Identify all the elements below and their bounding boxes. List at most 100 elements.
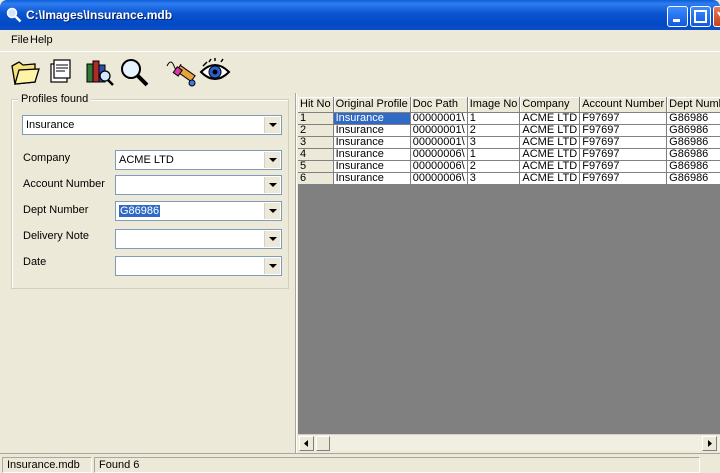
table-cell[interactable]: Insurance [333, 112, 411, 125]
table-cell[interactable]: 2 [298, 124, 334, 137]
table-cell[interactable]: F97697 [579, 160, 668, 173]
date-dropdown-button[interactable] [264, 258, 280, 274]
table-cell[interactable]: ACME LTD [519, 112, 581, 125]
view-button[interactable] [199, 56, 231, 88]
table-row[interactable]: 4 Insurance 00000006\ 1 ACME LTD F97697 G86986 [298, 148, 720, 161]
table-cell[interactable]: 00000001\ [410, 112, 468, 125]
profile-dropdown-button[interactable] [264, 117, 280, 133]
table-cell[interactable]: 3 [298, 136, 334, 149]
table-cell[interactable]: 00000001\ [410, 124, 468, 137]
table-cell[interactable]: 2 [467, 160, 521, 173]
table-row[interactable]: 3 Insurance 00000001\ 3 ACME LTD F97697 G86986 [298, 136, 720, 149]
table-cell[interactable]: G86986 [666, 148, 720, 161]
properties-button[interactable] [43, 56, 75, 88]
table-cell[interactable]: 00000006\ [410, 160, 468, 173]
table-cell[interactable]: 00000006\ [410, 148, 468, 161]
delivery-note-select[interactable] [115, 229, 282, 249]
status-file: Insurance.mdb [2, 457, 92, 473]
minimize-button[interactable] [667, 6, 688, 27]
menu-help-label: Help [30, 34, 53, 46]
table-cell[interactable]: Insurance [333, 160, 411, 173]
table-cell[interactable]: 00000006\ [410, 172, 468, 185]
menu-file-label: File [11, 34, 29, 46]
table-cell[interactable]: F97697 [579, 124, 668, 137]
company-select[interactable]: ACME LTD [115, 150, 282, 170]
table-cell[interactable]: ACME LTD [519, 124, 581, 137]
search-button[interactable] [118, 56, 150, 88]
column-header-hit-no[interactable]: Hit No [298, 97, 334, 113]
table-cell[interactable]: Insurance [333, 172, 411, 185]
table-cell[interactable]: G86986 [666, 160, 720, 173]
dept-number-label: Dept Number [23, 204, 89, 216]
table-cell[interactable]: 4 [298, 148, 334, 161]
dept-number-select[interactable]: G86986 [115, 201, 282, 221]
table-cell[interactable]: Insurance [333, 124, 411, 137]
horizontal-scrollbar[interactable] [298, 434, 720, 451]
chevron-down-icon [269, 123, 277, 127]
column-header-account-number[interactable]: Account Number [579, 97, 668, 113]
table-cell[interactable]: F97697 [579, 112, 668, 125]
signature-button[interactable] [165, 56, 197, 88]
table-cell[interactable]: F97697 [579, 172, 668, 185]
table-cell[interactable]: 3 [467, 136, 521, 149]
scroll-right-button[interactable] [702, 436, 717, 451]
column-header-image-no[interactable]: Image No [467, 97, 521, 113]
table-cell[interactable]: 6 [298, 172, 334, 185]
open-folder-icon [11, 61, 40, 85]
table-row[interactable]: 2 Insurance 00000001\ 2 ACME LTD F97697 G86986 [298, 124, 720, 137]
table-cell[interactable]: Insurance [333, 148, 411, 161]
open-folder-button[interactable] [9, 56, 41, 88]
table-cell[interactable]: 1 [298, 112, 334, 125]
account-number-select[interactable] [115, 175, 282, 195]
table-cell[interactable]: F97697 [579, 148, 668, 161]
close-button[interactable] [713, 6, 720, 27]
table-row[interactable]: 5 Insurance 00000006\ 2 ACME LTD F97697 G86986 [298, 160, 720, 173]
table-cell[interactable]: Insurance [333, 136, 411, 149]
date-label: Date [23, 256, 47, 268]
table-cell[interactable]: 00000001\ [410, 136, 468, 149]
table-cell[interactable]: ACME LTD [519, 160, 581, 173]
library-search-button[interactable] [84, 56, 116, 88]
table-cell[interactable]: G86986 [666, 172, 720, 185]
account-number-dropdown-button[interactable] [264, 177, 280, 193]
delivery-note-dropdown-button[interactable] [264, 231, 280, 247]
table-cell[interactable]: G86986 [666, 136, 720, 149]
table-cell[interactable]: G86986 [666, 112, 720, 125]
company-select-value: ACME LTD [119, 154, 174, 166]
table-cell[interactable]: G86986 [666, 124, 720, 137]
dept-number-dropdown-button[interactable] [264, 203, 280, 219]
column-header-company[interactable]: Company [519, 97, 581, 113]
column-header-doc-path[interactable]: Doc Path [410, 97, 468, 113]
table-row[interactable]: 6 Insurance 00000006\ 3 ACME LTD F97697 G86986 [298, 172, 720, 185]
company-dropdown-button[interactable] [264, 152, 280, 168]
company-label: Company [23, 152, 71, 164]
menu-file[interactable]: File [11, 34, 29, 46]
library-search-icon [86, 60, 114, 86]
table-cell[interactable]: ACME LTD [519, 148, 581, 161]
scroll-left-icon [304, 440, 308, 447]
panel-splitter[interactable] [295, 93, 297, 453]
maximize-button[interactable] [690, 6, 711, 27]
column-header-original-profile[interactable]: Original Profile [333, 97, 411, 113]
table-cell[interactable]: 1 [467, 112, 521, 125]
table-cell[interactable]: 3 [467, 172, 521, 185]
table-cell[interactable]: ACME LTD [519, 172, 581, 185]
menu-help[interactable]: Help [30, 34, 53, 46]
chevron-down-icon [269, 209, 277, 213]
table-cell[interactable]: 2 [467, 124, 521, 137]
chevron-down-icon [269, 237, 277, 241]
date-select[interactable] [115, 256, 282, 276]
table-cell[interactable]: 5 [298, 160, 334, 173]
scroll-left-button[interactable] [299, 436, 314, 451]
column-header-dept-number[interactable]: Dept Number [666, 97, 720, 113]
profiles-group-title: Profiles found [18, 93, 92, 105]
results-grid[interactable]: Hit No Original Profile Doc Path Image N… [298, 97, 720, 434]
profile-select[interactable]: Insurance [22, 115, 282, 135]
chevron-down-icon [269, 158, 277, 162]
table-cell[interactable]: ACME LTD [519, 136, 581, 149]
table-cell[interactable]: 1 [467, 148, 521, 161]
table-cell[interactable]: F97697 [579, 136, 668, 149]
table-row[interactable]: 1 Insurance 00000001\ 1 ACME LTD F97697 G86986 [298, 112, 720, 125]
results-table: Hit No Original Profile Doc Path Image N… [298, 97, 720, 185]
scrollbar-thumb[interactable] [316, 436, 330, 451]
